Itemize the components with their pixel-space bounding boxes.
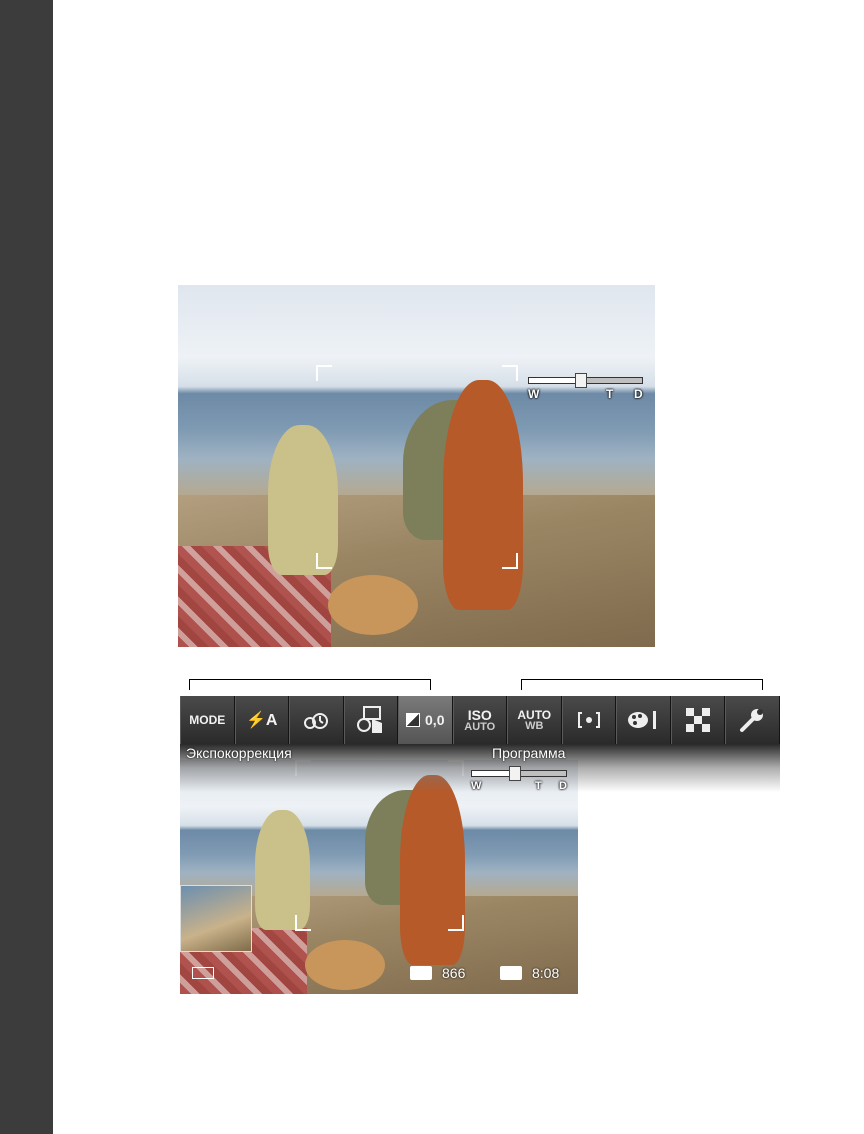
exposure-button[interactable]: 0,0 <box>398 696 453 744</box>
wb-label-top: AUTO <box>517 707 552 722</box>
guitar-small <box>305 940 385 990</box>
spot-metering-icon <box>577 712 600 728</box>
color-mode-icon <box>628 711 657 729</box>
flash-auto-icon: ⚡A <box>246 712 278 729</box>
video-time: 8:08 <box>532 965 560 981</box>
self-timer-icon <box>304 713 329 729</box>
iso-label: ISO <box>467 706 492 723</box>
flash-button[interactable]: ⚡A <box>234 696 289 744</box>
zoom-label-d: D <box>634 387 643 401</box>
wrench-icon <box>740 709 764 732</box>
zoom-label-w-small: W <box>471 780 482 792</box>
focus-bracket-bl <box>316 553 332 569</box>
callout-bracket-left <box>189 679 431 690</box>
caption-program: Программа <box>492 745 566 761</box>
focus-bracket-bl-small <box>295 915 311 931</box>
focus-bracket-tr <box>502 365 518 381</box>
camera-preview-large: W T D <box>178 285 655 647</box>
video-icon <box>500 966 522 980</box>
exposure-value: 0,0 <box>425 712 445 728</box>
camera-preview-small: 866 8:08 <box>180 760 578 994</box>
zoom-label-d-small: D <box>559 780 567 792</box>
page-sidebar-bar <box>0 0 53 1134</box>
zoom-bar[interactable]: W T D <box>528 373 643 403</box>
caption-exposure: Экспокоррекция <box>186 745 292 761</box>
person-man-right <box>443 380 523 610</box>
battery-icon <box>192 967 214 979</box>
zoom-fill <box>528 377 580 384</box>
focus-bracket-tl <box>316 365 332 381</box>
person-girl-left-small <box>255 810 310 930</box>
guitar <box>328 575 418 635</box>
zoom-knob[interactable] <box>574 373 587 388</box>
wb-label-bottom: WB <box>525 719 544 732</box>
color-mode-button[interactable] <box>616 696 671 744</box>
touch-shutter-icon <box>356 706 382 733</box>
self-timer-button[interactable] <box>289 696 344 744</box>
focus-bracket-br-small <box>448 915 464 931</box>
setup-button[interactable] <box>725 696 780 744</box>
camera-icon <box>410 966 432 980</box>
exposure-icon <box>406 713 421 727</box>
mode-button[interactable]: MODE <box>180 696 235 744</box>
iso-value: AUTO <box>464 720 496 733</box>
zoom-label-t-small: T <box>535 780 542 792</box>
metering-button[interactable] <box>561 696 616 744</box>
zoom-label-w: W <box>528 387 540 401</box>
thumbnail-photo[interactable] <box>180 885 252 952</box>
zoom-bar-small[interactable]: W T D <box>471 766 567 794</box>
white-balance-button[interactable]: AUTO WB <box>507 696 562 744</box>
callout-bracket-right <box>521 679 763 690</box>
photo-count: 866 <box>442 965 466 981</box>
zoom-label-t: T <box>606 387 614 401</box>
mode-label: MODE <box>189 713 226 727</box>
picture-size-icon <box>685 708 710 732</box>
camera-toolbar: MODE ⚡A 0,0 ISO AUTO AUTO WB <box>180 696 780 744</box>
touch-shutter-button[interactable] <box>343 696 398 744</box>
picture-size-button[interactable] <box>670 696 725 744</box>
focus-bracket-br <box>502 553 518 569</box>
zoom-fill-small <box>471 770 515 777</box>
zoom-knob-small[interactable] <box>509 766 522 781</box>
person-man-right-small <box>400 775 465 965</box>
iso-button[interactable]: ISO AUTO <box>452 696 507 744</box>
